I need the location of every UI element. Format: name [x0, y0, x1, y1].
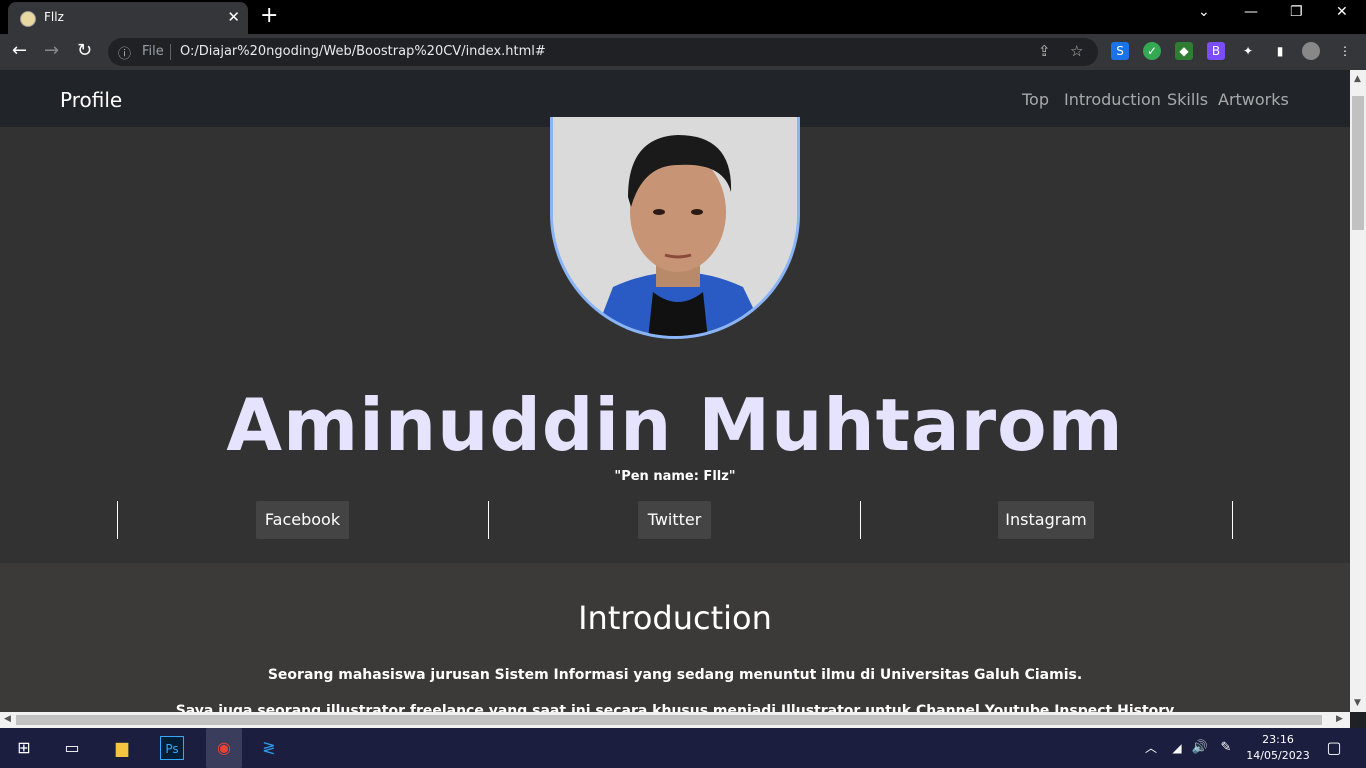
extension-b-icon[interactable]: B [1207, 42, 1225, 60]
nav-link-skills[interactable]: Skills [1167, 90, 1208, 109]
address-bar[interactable]: ⓘ File O:/Diajar%20ngoding/Web/Boostrap%… [108, 38, 1098, 66]
column-divider [117, 501, 118, 539]
introduction-section: Introduction Seorang mahasiswa jurusan S… [0, 563, 1350, 712]
restore-button[interactable]: ❐ [1290, 4, 1303, 20]
facebook-button[interactable]: Facebook [256, 501, 349, 539]
forward-icon[interactable]: → [44, 40, 59, 61]
menu-kebab-icon[interactable]: ⋮ [1336, 42, 1354, 60]
network-icon[interactable]: ◢ [1165, 736, 1189, 760]
pen-icon[interactable]: ✎ [1214, 736, 1238, 760]
scroll-left-icon[interactable]: ◀ [4, 714, 11, 724]
clock-date: 14/05/2023 [1246, 749, 1310, 762]
minimize-button[interactable]: — [1244, 4, 1258, 20]
tab-close-button[interactable]: ✕ [227, 8, 240, 26]
file-explorer-icon[interactable]: ▆ [110, 736, 134, 760]
tab-search-icon[interactable]: ⌄ [1198, 4, 1210, 20]
favicon-icon [20, 11, 36, 27]
new-tab-button[interactable]: + [260, 3, 278, 28]
nav-link-artworks[interactable]: Artworks [1218, 90, 1289, 109]
share-icon[interactable]: ⇪ [1038, 42, 1051, 60]
tab-strip: Fllz ✕ + ⌄ — ❐ ✕ [0, 0, 1366, 34]
volume-icon[interactable]: 🔊 [1188, 736, 1212, 760]
address-divider [170, 44, 171, 60]
column-divider [860, 501, 861, 539]
reload-icon[interactable]: ↻ [77, 40, 92, 61]
nav-link-top[interactable]: Top [1022, 90, 1049, 109]
side-panel-icon[interactable]: ▮ [1271, 42, 1289, 60]
extensions-puzzle-icon[interactable]: ✦ [1239, 42, 1257, 60]
intro-paragraph-2: Saya juga seorang illustrator freelance … [175, 703, 1175, 712]
twitter-button[interactable]: Twitter [638, 501, 711, 539]
instagram-button[interactable]: Instagram [998, 501, 1094, 539]
nav-link-introduction[interactable]: Introduction [1064, 90, 1161, 109]
horizontal-scrollbar[interactable]: ◀ ▶ [0, 712, 1350, 728]
profile-photo-illustration [553, 117, 797, 336]
scroll-up-icon[interactable]: ▲ [1354, 74, 1361, 84]
page-viewport: Profile Top Introduction Skills Artworks… [0, 70, 1350, 712]
introduction-heading: Introduction [578, 599, 772, 637]
scroll-down-icon[interactable]: ▼ [1354, 698, 1361, 708]
bookmark-star-icon[interactable]: ☆ [1070, 42, 1083, 60]
notifications-icon[interactable]: ▢ [1322, 736, 1346, 760]
pen-name: "Pen name: Fllz" [614, 469, 736, 484]
column-divider [488, 501, 489, 539]
horizontal-scroll-thumb[interactable] [16, 715, 1322, 725]
intro-paragraph-1: Seorang mahasiswa jurusan Sistem Informa… [267, 667, 1083, 683]
info-icon[interactable]: ⓘ [118, 43, 131, 62]
extension-color-icon[interactable]: ◆ [1175, 42, 1193, 60]
profile-name: Aminuddin Muhtarom [226, 383, 1124, 467]
vertical-scroll-thumb[interactable] [1352, 96, 1364, 230]
column-divider [1232, 501, 1233, 539]
profile-avatar-icon[interactable] [1302, 42, 1320, 60]
task-view-icon[interactable]: ▭ [60, 736, 84, 760]
hero-section: Aminuddin Muhtarom "Pen name: Fllz" Face… [0, 117, 1350, 563]
profile-photo [550, 117, 800, 339]
window-close-button[interactable]: ✕ [1336, 4, 1348, 20]
windows-start-icon[interactable]: ⊞ [12, 736, 36, 760]
url-text[interactable]: O:/Diajar%20ngoding/Web/Boostrap%20CV/in… [180, 44, 546, 59]
windows-taskbar: ⊞ ▭ ▆ Ps ◉ ≷ ︿ ◢ 🔊 ✎ 23:16 14/05/2023 ▢ [0, 728, 1366, 768]
chrome-icon[interactable]: ◉ [206, 728, 242, 768]
photoshop-icon[interactable]: Ps [160, 736, 184, 760]
tab-title: Fllz [44, 10, 64, 24]
extension-s-icon[interactable]: S [1111, 42, 1129, 60]
clock-time: 23:16 [1262, 733, 1294, 746]
browser-tab[interactable]: Fllz ✕ [8, 2, 248, 34]
system-clock[interactable]: 23:16 14/05/2023 [1244, 732, 1312, 764]
vscode-icon[interactable]: ≷ [257, 736, 281, 760]
back-icon[interactable]: ← [12, 40, 27, 61]
tray-chevron-icon[interactable]: ︿ [1139, 736, 1163, 760]
vertical-scrollbar[interactable]: ▲ ▼ [1350, 70, 1366, 712]
browser-toolbar: ← → ↻ ⓘ File O:/Diajar%20ngoding/Web/Boo… [0, 34, 1366, 70]
file-label: File [142, 44, 164, 59]
navbar-brand[interactable]: Profile [60, 88, 122, 112]
extension-shield-icon[interactable]: ✓ [1143, 42, 1161, 60]
scroll-right-icon[interactable]: ▶ [1336, 714, 1343, 724]
